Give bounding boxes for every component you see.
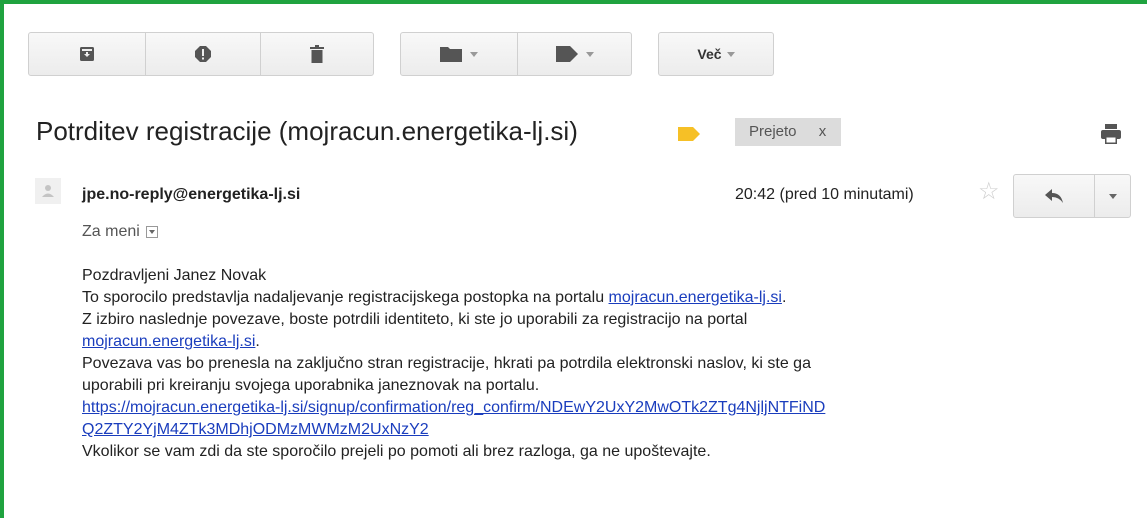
archive-icon [80, 47, 94, 61]
report-spam-button[interactable] [145, 33, 260, 75]
message-body: Pozdravljeni Janez Novak To sporocilo pr… [82, 265, 1122, 463]
portal-link[interactable]: mojracun.energetika-lj.si [609, 289, 782, 306]
body-line-4: Povezava vas bo prenesla na zaključno st… [82, 355, 811, 372]
sender-avatar[interactable] [35, 178, 61, 204]
body-line-1: To sporocilo predstavlja nadaljevanje re… [82, 287, 1122, 309]
confirmation-link-part-2[interactable]: Q2ZTY2YjM4ZTk3MDhjODMzMWMzM2UxNzY2 [82, 421, 429, 438]
archive-button[interactable] [29, 33, 145, 75]
print-icon[interactable] [1101, 124, 1121, 144]
label-tag-icon [555, 46, 578, 62]
important-marker-icon[interactable] [678, 127, 700, 141]
sender-email[interactable]: jpe.no-reply@energetika-lj.si [82, 186, 300, 204]
move-to-button[interactable] [401, 33, 517, 75]
confirmation-link-continued[interactable]: Q2ZTY2YjM4ZTk3MDhjODMzMWMzM2UxNzY2 [82, 419, 1122, 441]
more-button-label: Več [697, 46, 722, 62]
window-frame-left [0, 0, 4, 518]
delete-button[interactable] [260, 33, 373, 75]
reply-button-group [1013, 174, 1131, 218]
report-spam-icon [195, 46, 211, 62]
chevron-down-icon [470, 51, 478, 57]
reply-button[interactable] [1014, 175, 1094, 217]
label-chip-prejeto[interactable]: Prejeto x [735, 118, 841, 146]
body-line-3-suffix: . [255, 333, 260, 350]
organize-button-group [400, 32, 632, 76]
folder-icon [440, 47, 462, 62]
trash-icon [310, 45, 324, 63]
star-icon[interactable]: ☆ [978, 180, 1000, 204]
body-line-3: mojracun.energetika-lj.si. [82, 331, 1122, 353]
body-line-1-suffix: . [781, 289, 787, 306]
chevron-down-icon [726, 51, 735, 57]
window-frame-top [0, 0, 1147, 4]
body-line-2: Z izbiro naslednje povezave, boste potrd… [82, 311, 748, 328]
body-greeting: Pozdravljeni Janez Novak [82, 267, 267, 284]
labels-button[interactable] [517, 33, 631, 75]
body-line-1-text: To sporocilo predstavlja nadaljevanje re… [82, 289, 609, 306]
label-chip-remove-button[interactable]: x [819, 123, 827, 140]
recipient-details-toggle[interactable] [145, 226, 158, 238]
email-subject: Potrditev registracije (mojracun.energet… [36, 116, 578, 146]
confirmation-link[interactable]: https://mojracun.energetika-lj.si/signup… [82, 397, 1122, 419]
recipient-line: Za meni [82, 223, 158, 241]
body-line-5: uporabili pri kreiranju svojega uporabni… [82, 377, 540, 394]
label-chip-text: Prejeto [749, 123, 797, 140]
recipient-label: Za meni [82, 223, 140, 240]
chevron-down-icon [148, 230, 155, 234]
portal-link-2[interactable]: mojracun.energetika-lj.si [82, 333, 255, 350]
action-button-group [28, 32, 374, 76]
more-actions-button[interactable] [1094, 175, 1130, 217]
person-avatar-icon [42, 185, 54, 197]
chevron-down-icon [1108, 193, 1117, 199]
confirmation-link-part-1[interactable]: https://mojracun.energetika-lj.si/signup… [82, 399, 825, 416]
message-timestamp: 20:42 (pred 10 minutami) [735, 186, 914, 203]
body-closing: Vkolikor se vam zdi da ste sporočilo pre… [82, 443, 711, 460]
more-button[interactable]: Več [658, 32, 774, 76]
reply-icon [1045, 189, 1063, 203]
chevron-down-icon [585, 51, 594, 57]
